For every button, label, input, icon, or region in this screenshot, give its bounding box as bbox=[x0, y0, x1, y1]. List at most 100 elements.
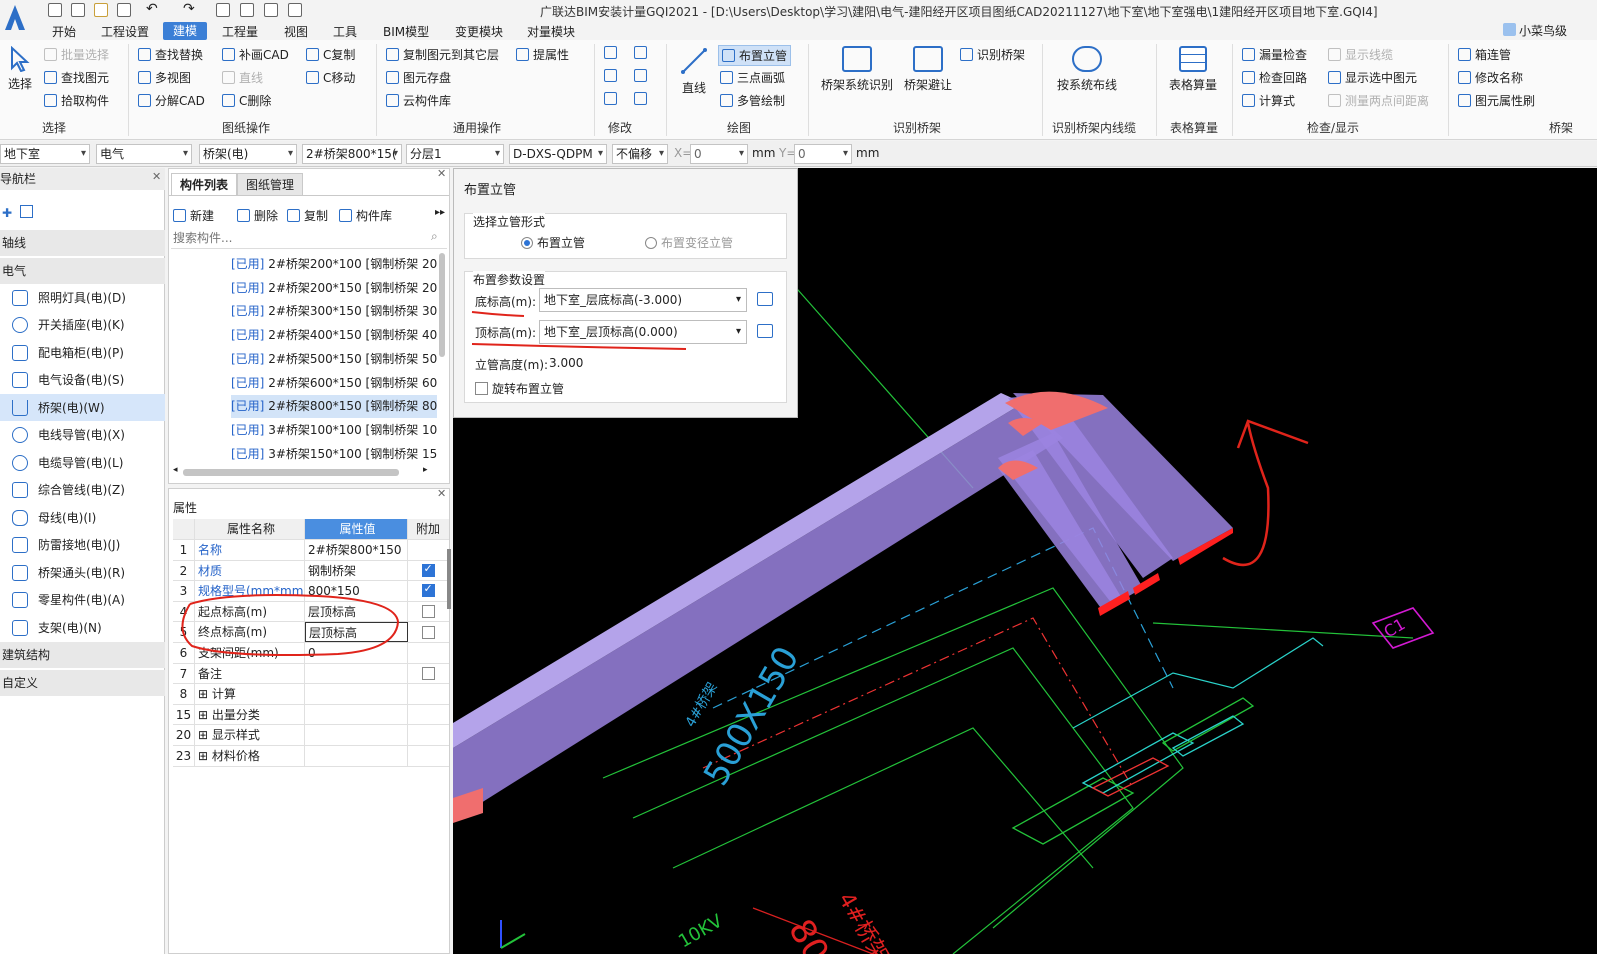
property-row[interactable]: 7 备注 bbox=[173, 663, 449, 685]
component-list-item[interactable]: [已用] 2#桥架400*150 [钢制桥架 400* bbox=[231, 324, 437, 347]
tab-drawing-manager[interactable]: 图纸管理 bbox=[237, 173, 304, 195]
property-row[interactable]: 15 ⊞ 出量分类 bbox=[173, 704, 449, 726]
nav-item-combined-pipeline[interactable]: 综合管线(电)(Z) bbox=[0, 476, 165, 503]
edit-icon[interactable] bbox=[20, 205, 33, 218]
tray-avoid-button[interactable]: 桥架避让 bbox=[900, 46, 956, 93]
menu-modeling[interactable]: 建模 bbox=[163, 22, 208, 40]
nav-item-tray-fitting[interactable]: 桥架通头(电)(R) bbox=[0, 559, 165, 586]
grid-icon[interactable] bbox=[240, 3, 254, 17]
c-delete-button[interactable]: C删除 bbox=[222, 92, 271, 109]
split-cad-button[interactable]: 分解CAD bbox=[138, 92, 205, 109]
check-circuit-button[interactable]: 检查回路 bbox=[1242, 69, 1307, 86]
nav-item-lighting[interactable]: 照明灯具(电)(D) bbox=[0, 284, 165, 311]
menu-quantity[interactable]: 工程量 bbox=[222, 23, 258, 40]
open-folder-icon[interactable] bbox=[94, 3, 108, 17]
nav-item-switch[interactable]: 开关插座(电)(K) bbox=[0, 311, 165, 338]
offset-select[interactable]: 不偏移 bbox=[612, 144, 668, 164]
component-list-item[interactable]: [已用] 3#桥架150*100 [钢制桥架 150* bbox=[231, 443, 437, 466]
export-icon[interactable] bbox=[288, 3, 302, 17]
component-list-item[interactable]: [已用] 2#桥架200*150 [钢制桥架 200* bbox=[231, 277, 437, 300]
new-component-button[interactable]: 新建 bbox=[173, 207, 214, 224]
nav-item-cable-tray[interactable]: 桥架(电)(W) bbox=[0, 394, 165, 421]
layer-select[interactable]: 分层1 bbox=[406, 144, 504, 164]
tray-system-recognize-button[interactable]: 桥架系统识别 bbox=[820, 46, 894, 93]
mod-rotate-button[interactable] bbox=[634, 92, 647, 105]
nav-section-custom[interactable]: 自定义 bbox=[0, 670, 165, 696]
component-list-item[interactable]: [已用] 2#桥架600*150 [钢制桥架 600* bbox=[231, 372, 437, 395]
route-by-system-button[interactable]: 按系统布线 bbox=[1056, 46, 1118, 93]
show-cables-button[interactable]: 显示线缆 bbox=[1328, 46, 1393, 63]
extract-attr-button[interactable]: 提属性 bbox=[516, 46, 569, 63]
component-list-item[interactable]: [已用] 2#桥架200*100 [钢制桥架 200* bbox=[231, 253, 437, 276]
property-value[interactable] bbox=[305, 704, 408, 725]
nav-section-building[interactable]: 建筑结构 bbox=[0, 642, 165, 668]
component-list-item[interactable]: [已用] 2#桥架300*150 [钢制桥架 300* bbox=[231, 300, 437, 323]
formula-button[interactable]: 计算式 bbox=[1242, 92, 1295, 109]
nav-item-equipment[interactable]: 电气设备(电)(S) bbox=[0, 366, 165, 393]
identify-tray-button[interactable]: 识别桥架 bbox=[960, 46, 1025, 63]
mod-copy-button[interactable] bbox=[604, 46, 617, 59]
horizontal-scrollbar[interactable] bbox=[183, 469, 399, 476]
save-element-button[interactable]: 图元存盘 bbox=[386, 69, 451, 86]
nav-item-cable-conduit[interactable]: 电缆导管(电)(L) bbox=[0, 449, 165, 476]
vertical-scrollbar[interactable] bbox=[439, 253, 445, 357]
nav-item-wire-conduit[interactable]: 电线导管(电)(X) bbox=[0, 421, 165, 448]
dxs-select[interactable]: D-DXS-QDPM bbox=[509, 144, 607, 164]
select-tool-button[interactable]: 选择 bbox=[5, 45, 35, 98]
save-icon[interactable] bbox=[117, 3, 131, 17]
nav-section-electrical[interactable]: 电气 bbox=[0, 258, 165, 284]
menu-tools[interactable]: 工具 bbox=[333, 23, 357, 40]
copy-to-floor-button[interactable]: 复制图元到其它层 bbox=[386, 46, 499, 63]
menu-view[interactable]: 视图 bbox=[284, 23, 308, 40]
c-copy-button[interactable]: C复制 bbox=[306, 46, 355, 63]
find-element-button[interactable]: 查找图元 bbox=[44, 69, 109, 86]
property-value[interactable]: 钢制桥架 bbox=[305, 560, 408, 581]
menu-project-settings[interactable]: 工程设置 bbox=[101, 23, 149, 40]
place-riser-button[interactable]: 布置立管 bbox=[718, 45, 792, 66]
property-value[interactable] bbox=[305, 746, 408, 766]
menu-change[interactable]: 变更模块 bbox=[455, 23, 503, 40]
nav-item-misc[interactable]: 零星构件(电)(A) bbox=[0, 586, 165, 613]
property-row[interactable]: 1 名称 2#桥架800*150 bbox=[173, 540, 449, 561]
close-icon[interactable]: ✕ bbox=[437, 487, 446, 500]
component-list-item[interactable]: [已用] 2#桥架500*150 [钢制桥架 500* bbox=[231, 348, 437, 371]
patch-cad-button[interactable]: 补画CAD bbox=[222, 46, 289, 63]
checkbox-icon[interactable] bbox=[421, 625, 435, 639]
component-select[interactable]: 2#桥架800*15( bbox=[302, 144, 402, 164]
nav-item-busbar[interactable]: 母线(电)(I) bbox=[0, 504, 165, 531]
component-list-item[interactable]: [已用] 3#桥架100*100 [钢制桥架 100* bbox=[231, 419, 437, 442]
expand-icon[interactable]: ⊞ bbox=[198, 728, 212, 742]
rename-button[interactable]: 修改名称 bbox=[1458, 69, 1523, 86]
x-input[interactable]: 0 bbox=[690, 144, 748, 164]
property-value[interactable] bbox=[305, 725, 408, 745]
component-search-input[interactable] bbox=[171, 227, 447, 249]
pin-icon[interactable]: ✚ bbox=[2, 206, 12, 220]
nav-item-lightning[interactable]: 防雷接地(电)(J) bbox=[0, 531, 165, 558]
mod-mirror-button[interactable] bbox=[634, 46, 647, 59]
splitter-handle[interactable] bbox=[447, 549, 451, 609]
property-value[interactable] bbox=[305, 663, 408, 684]
expand-icon[interactable]: ⊞ bbox=[198, 749, 212, 763]
scroll-right-icon[interactable]: ▸ bbox=[423, 465, 428, 475]
scroll-left-icon[interactable]: ◂ bbox=[173, 465, 178, 475]
mod-move-button[interactable] bbox=[604, 69, 617, 82]
nav-section-axis[interactable]: 轴线 bbox=[0, 230, 165, 256]
type-select[interactable]: 桥架(电) bbox=[199, 144, 297, 164]
copy-component-button[interactable]: 复制 bbox=[287, 207, 328, 224]
redo-icon[interactable]: ↷ bbox=[183, 1, 195, 17]
sum-icon[interactable] bbox=[216, 3, 230, 17]
property-row[interactable]: 23 ⊞ 材料价格 bbox=[173, 746, 449, 767]
property-row[interactable]: 2 材质 钢制桥架 bbox=[173, 560, 449, 582]
discipline-select[interactable]: 电气 bbox=[96, 144, 192, 164]
find-replace-button[interactable]: 查找替换 bbox=[138, 46, 203, 63]
close-icon[interactable]: ✕ bbox=[437, 167, 446, 180]
draw-line-button[interactable]: 直线 bbox=[676, 46, 712, 100]
missing-check-button[interactable]: 漏量检查 bbox=[1242, 46, 1307, 63]
menu-bim-model[interactable]: BIM模型 bbox=[383, 23, 429, 40]
cloud-library-button[interactable]: 云构件库 bbox=[386, 92, 451, 109]
component-list-item[interactable]: [已用] 2#桥架800*150 [钢制桥架 800* bbox=[231, 395, 437, 419]
new-doc-icon[interactable] bbox=[71, 3, 85, 17]
mod-delete-button[interactable] bbox=[604, 92, 617, 105]
expand-icon[interactable]: ⊞ bbox=[198, 708, 212, 722]
menu-compare[interactable]: 对量模块 bbox=[527, 23, 575, 40]
